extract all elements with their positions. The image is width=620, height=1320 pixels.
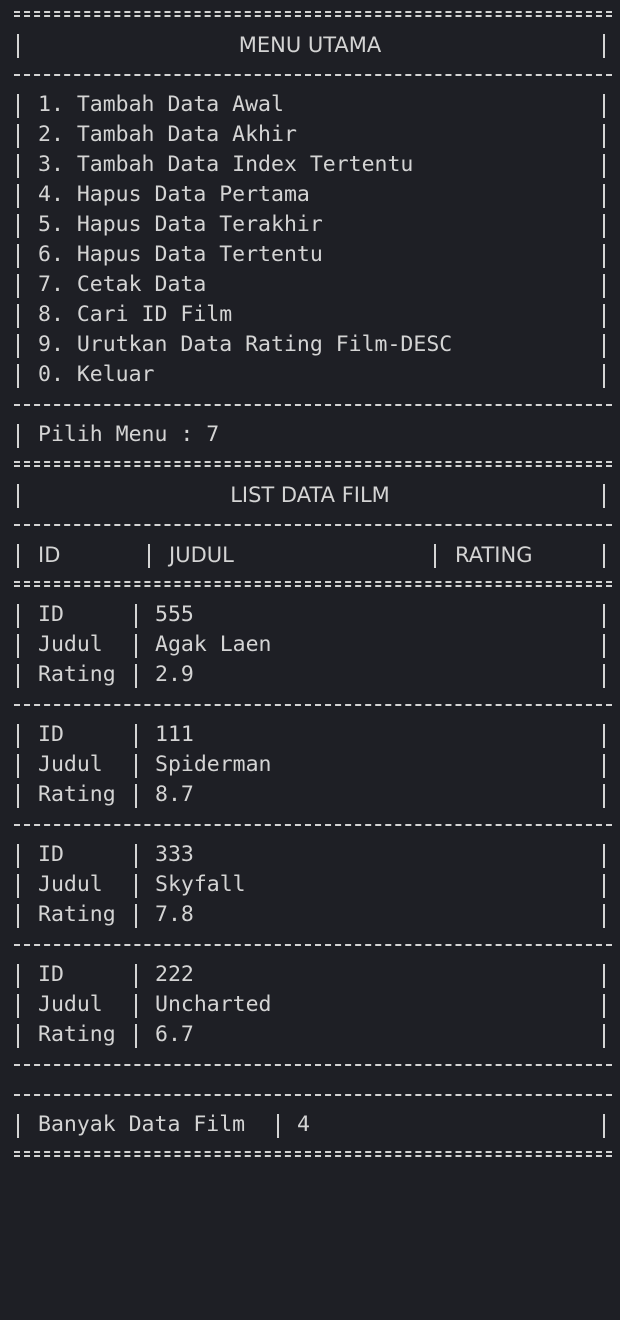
film-rating: 6.7	[155, 1022, 194, 1047]
film-rating: 2.9	[155, 662, 194, 687]
film-id: 555	[155, 602, 194, 627]
film-row-judul: Judul Spiderman	[0, 750, 620, 780]
menu-item-label: 6. Hapus Data Tertentu	[38, 242, 323, 267]
table-header: ID JUDUL RATING	[0, 540, 620, 570]
menu-item: 0. Keluar	[0, 360, 620, 390]
film-rating: 8.7	[155, 782, 194, 807]
header-judul: JUDUL	[169, 543, 234, 567]
rule	[0, 690, 620, 720]
menu-item: 6. Hapus Data Tertentu	[0, 240, 620, 270]
menu-item: 7. Cetak Data	[0, 270, 620, 300]
list-title-row: LIST DATA FILM	[0, 480, 620, 510]
field-label: Judul	[38, 872, 103, 897]
film-row-judul: Judul Skyfall	[0, 870, 620, 900]
menu-item: 3. Tambah Data Index Tertentu	[0, 150, 620, 180]
field-label: ID	[38, 722, 64, 747]
menu-item: 8. Cari ID Film	[0, 300, 620, 330]
field-label: Judul	[38, 632, 103, 657]
menu-item: 2. Tambah Data Akhir	[0, 120, 620, 150]
rule	[0, 1050, 620, 1080]
menu-item-label: 1. Tambah Data Awal	[38, 92, 284, 117]
menu-prompt: Pilih Menu : 7	[38, 422, 220, 447]
film-row-id: ID 222	[0, 960, 620, 990]
rule	[0, 930, 620, 960]
menu-item-label: 0. Keluar	[38, 362, 155, 387]
film-judul: Spiderman	[155, 752, 272, 777]
film-rating: 7.8	[155, 902, 194, 927]
film-id: 222	[155, 962, 194, 987]
film-row-rating: Rating 8.7	[0, 780, 620, 810]
summary-count: 4	[297, 1112, 310, 1137]
field-label: Judul	[38, 752, 103, 777]
menu-item-label: 2. Tambah Data Akhir	[38, 122, 297, 147]
menu-item: 4. Hapus Data Pertama	[0, 180, 620, 210]
field-label: ID	[38, 602, 64, 627]
film-row-id: ID 333	[0, 840, 620, 870]
field-label: Rating	[38, 1022, 116, 1047]
film-row-rating: Rating 7.8	[0, 900, 620, 930]
film-judul: Agak Laen	[155, 632, 272, 657]
menu-title-row: MENU UTAMA	[0, 30, 620, 60]
menu-prompt-row: Pilih Menu : 7	[0, 420, 620, 450]
film-id: 333	[155, 842, 194, 867]
film-id: 111	[155, 722, 194, 747]
film-row-judul: Judul Uncharted	[0, 990, 620, 1020]
film-row-rating: Rating 6.7	[0, 1020, 620, 1050]
double-rule	[0, 450, 620, 480]
film-row-id: ID 111	[0, 720, 620, 750]
summary-row: Banyak Data Film 4	[0, 1110, 620, 1140]
field-label: Rating	[38, 782, 116, 807]
field-label: Rating	[38, 662, 116, 687]
menu-item-label: 5. Hapus Data Terakhir	[38, 212, 323, 237]
field-label: ID	[38, 962, 64, 987]
rule	[0, 1080, 620, 1110]
double-rule	[0, 1140, 620, 1170]
menu-item: 5. Hapus Data Terakhir	[0, 210, 620, 240]
rule	[0, 810, 620, 840]
menu-item-label: 3. Tambah Data Index Tertentu	[38, 152, 414, 177]
double-rule	[0, 570, 620, 600]
header-id: ID	[38, 543, 61, 567]
menu-item: 1. Tambah Data Awal	[0, 90, 620, 120]
film-row-id: ID 555	[0, 600, 620, 630]
list-title: LIST DATA FILM	[230, 483, 390, 507]
menu-item-label: 7. Cetak Data	[38, 272, 207, 297]
film-judul: Skyfall	[155, 872, 246, 897]
rule	[0, 60, 620, 90]
field-label: Rating	[38, 902, 116, 927]
menu-title: MENU UTAMA	[238, 33, 382, 57]
header-rating: RATING	[455, 543, 533, 567]
menu-item-label: 4. Hapus Data Pertama	[38, 182, 310, 207]
film-judul: Uncharted	[155, 992, 272, 1017]
double-rule	[0, 0, 620, 30]
summary-label: Banyak Data Film	[38, 1112, 246, 1137]
menu-item-label: 8. Cari ID Film	[38, 302, 233, 327]
film-row-rating: Rating 2.9	[0, 660, 620, 690]
menu-item-label: 9. Urutkan Data Rating Film-DESC	[38, 332, 453, 357]
rule	[0, 510, 620, 540]
menu-item: 9. Urutkan Data Rating Film-DESC	[0, 330, 620, 360]
field-label: Judul	[38, 992, 103, 1017]
rule	[0, 390, 620, 420]
film-row-judul: Judul Agak Laen	[0, 630, 620, 660]
field-label: ID	[38, 842, 64, 867]
